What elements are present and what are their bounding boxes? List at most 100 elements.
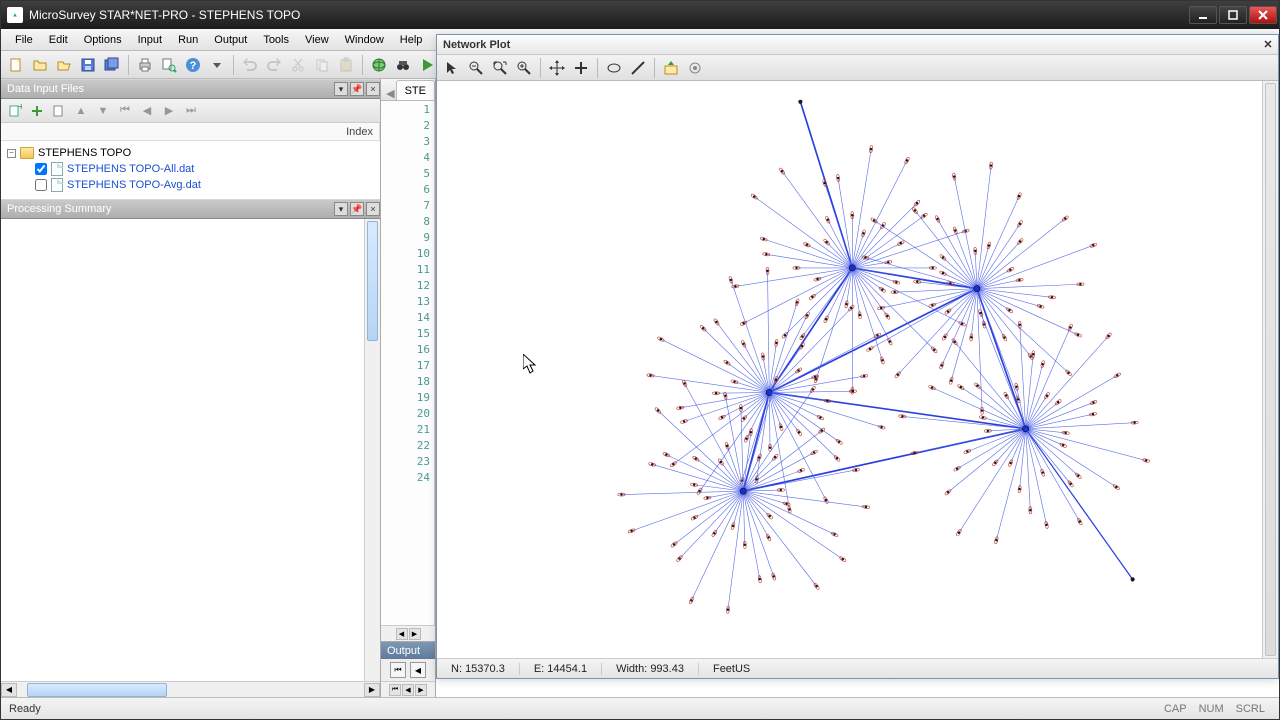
print-icon[interactable] (134, 54, 156, 76)
panel-close-icon[interactable]: × (366, 82, 380, 96)
add-point-icon[interactable] (570, 57, 592, 79)
ellipse-icon[interactable] (603, 57, 625, 79)
zoom-in-icon[interactable] (513, 57, 535, 79)
vertical-scrollbar[interactable] (364, 219, 380, 681)
plot-canvas[interactable] (437, 81, 1278, 658)
globe-icon[interactable] (368, 54, 390, 76)
status-ready: Ready (9, 703, 41, 715)
network-plot-titlebar[interactable]: Network Plot ✕ (437, 35, 1278, 55)
save-all-icon[interactable] (101, 54, 123, 76)
plot-statusbar: N: 15370.3 E: 14454.1 Width: 993.43 Feet… (437, 658, 1278, 678)
scroll-left-icon[interactable]: ◀ (396, 628, 408, 640)
binoculars-icon[interactable] (392, 54, 414, 76)
menu-run[interactable]: Run (170, 29, 206, 50)
open-icon[interactable] (29, 54, 51, 76)
panel-menu-icon[interactable]: ▾ (334, 202, 348, 216)
maximize-button[interactable] (1219, 6, 1247, 24)
tree-file-row[interactable]: STEPHENS TOPO-Avg.dat (7, 177, 374, 193)
editor-tabstrip[interactable]: ◀ STE (381, 79, 435, 101)
editor-hscroll-bottom[interactable]: ⏮ ◀ ▶ (381, 681, 435, 697)
last-icon: ⏭ (181, 101, 201, 121)
add-item-icon[interactable] (27, 101, 47, 121)
menu-output[interactable]: Output (206, 29, 255, 50)
data-input-toolbar: + ▲ ▼ ⏮ ◀ ▶ ⏭ (1, 99, 380, 123)
menu-view[interactable]: View (297, 29, 337, 50)
file-checkbox[interactable] (35, 179, 47, 191)
tree-root-row[interactable]: − STEPHENS TOPO (7, 145, 374, 161)
line-number: 6 (381, 181, 434, 197)
zoom-out-icon[interactable] (465, 57, 487, 79)
output-header[interactable]: Output (381, 641, 435, 659)
main-area: Network Plot ✕ (436, 79, 1279, 697)
run-icon[interactable] (416, 54, 438, 76)
pointer-icon[interactable] (441, 57, 463, 79)
file-checkbox[interactable] (35, 163, 47, 175)
scrollbar-thumb[interactable] (1265, 83, 1276, 656)
data-input-header[interactable]: Data Input Files ▾ 📌 × (1, 79, 380, 99)
export-icon[interactable] (660, 57, 682, 79)
network-plot-title: Network Plot (443, 39, 510, 51)
scroll-left-icon[interactable]: ◀ (1, 683, 17, 697)
menu-help[interactable]: Help (392, 29, 431, 50)
menu-window[interactable]: Window (337, 29, 392, 50)
pan-icon[interactable] (546, 57, 568, 79)
dropdown-icon[interactable] (206, 54, 228, 76)
menu-tools[interactable]: Tools (255, 29, 297, 50)
close-button[interactable] (1249, 6, 1277, 24)
processing-header[interactable]: Processing Summary ▾ 📌 × (1, 199, 380, 219)
panel-pin-icon[interactable]: 📌 (350, 82, 364, 96)
editor-hscroll[interactable]: ◀ ▶ (381, 625, 435, 641)
svg-text:+: + (18, 104, 22, 113)
panel-close-icon[interactable]: × (366, 202, 380, 216)
minimize-button[interactable] (1189, 6, 1217, 24)
paste-icon (335, 54, 357, 76)
new-icon[interactable] (5, 54, 27, 76)
file-link[interactable]: STEPHENS TOPO-Avg.dat (67, 179, 201, 191)
scroll-right-icon[interactable]: ▶ (409, 628, 421, 640)
line-icon[interactable] (627, 57, 649, 79)
file-tree[interactable]: − STEPHENS TOPO STEPHENS TOPO-All.dat STE… (1, 141, 380, 199)
print-preview-icon[interactable] (158, 54, 180, 76)
tree-file-row[interactable]: STEPHENS TOPO-All.dat (7, 161, 374, 177)
help-icon[interactable]: ? (182, 54, 204, 76)
panel-menu-icon[interactable]: ▾ (334, 82, 348, 96)
line-number: 14 (381, 309, 434, 325)
menu-options[interactable]: Options (76, 29, 130, 50)
status-north: 15370.3 (465, 663, 505, 675)
zoom-fit-icon[interactable] (489, 57, 511, 79)
output-nav[interactable]: ⏮ ◀ (381, 659, 435, 681)
menu-input[interactable]: Input (130, 29, 170, 50)
line-number: 7 (381, 197, 434, 213)
add-file-icon[interactable]: + (5, 101, 25, 121)
panel-pin-icon[interactable]: 📌 (350, 202, 364, 216)
next-icon[interactable]: ▶ (415, 684, 427, 696)
menu-file[interactable]: File (7, 29, 41, 50)
cut-icon (287, 54, 309, 76)
menu-edit[interactable]: Edit (41, 29, 76, 50)
horizontal-scrollbar[interactable]: ◀ ▶ (1, 681, 380, 697)
editor-tab[interactable]: STE (396, 80, 435, 100)
folder-open-icon[interactable] (53, 54, 75, 76)
status-caps: CAP (1158, 703, 1193, 715)
prev-icon[interactable]: ◀ (410, 662, 426, 678)
remove-item-icon[interactable] (49, 101, 69, 121)
network-plot-window[interactable]: Network Plot ✕ (436, 34, 1279, 679)
collapse-icon[interactable]: − (7, 149, 16, 158)
scrollbar-thumb[interactable] (367, 221, 378, 341)
file-link[interactable]: STEPHENS TOPO-All.dat (67, 163, 194, 175)
plot-vertical-scrollbar[interactable] (1262, 81, 1278, 658)
index-label: Index (346, 126, 373, 138)
first-icon: ⏮ (115, 101, 135, 121)
close-icon[interactable]: ✕ (1260, 37, 1276, 53)
line-number: 13 (381, 293, 434, 309)
scroll-track[interactable] (17, 683, 364, 697)
first-icon[interactable]: ⏮ (389, 684, 401, 696)
scroll-right-icon[interactable]: ▶ (364, 683, 380, 697)
line-number: 1 (381, 101, 434, 117)
titlebar[interactable]: MicroSurvey STAR*NET-PRO - STEPHENS TOPO (1, 1, 1279, 29)
scrollbar-thumb[interactable] (27, 683, 167, 697)
tab-scroll-left-icon[interactable]: ◀ (385, 87, 396, 100)
save-icon[interactable] (77, 54, 99, 76)
first-icon[interactable]: ⏮ (390, 662, 406, 678)
prev-icon[interactable]: ◀ (402, 684, 414, 696)
